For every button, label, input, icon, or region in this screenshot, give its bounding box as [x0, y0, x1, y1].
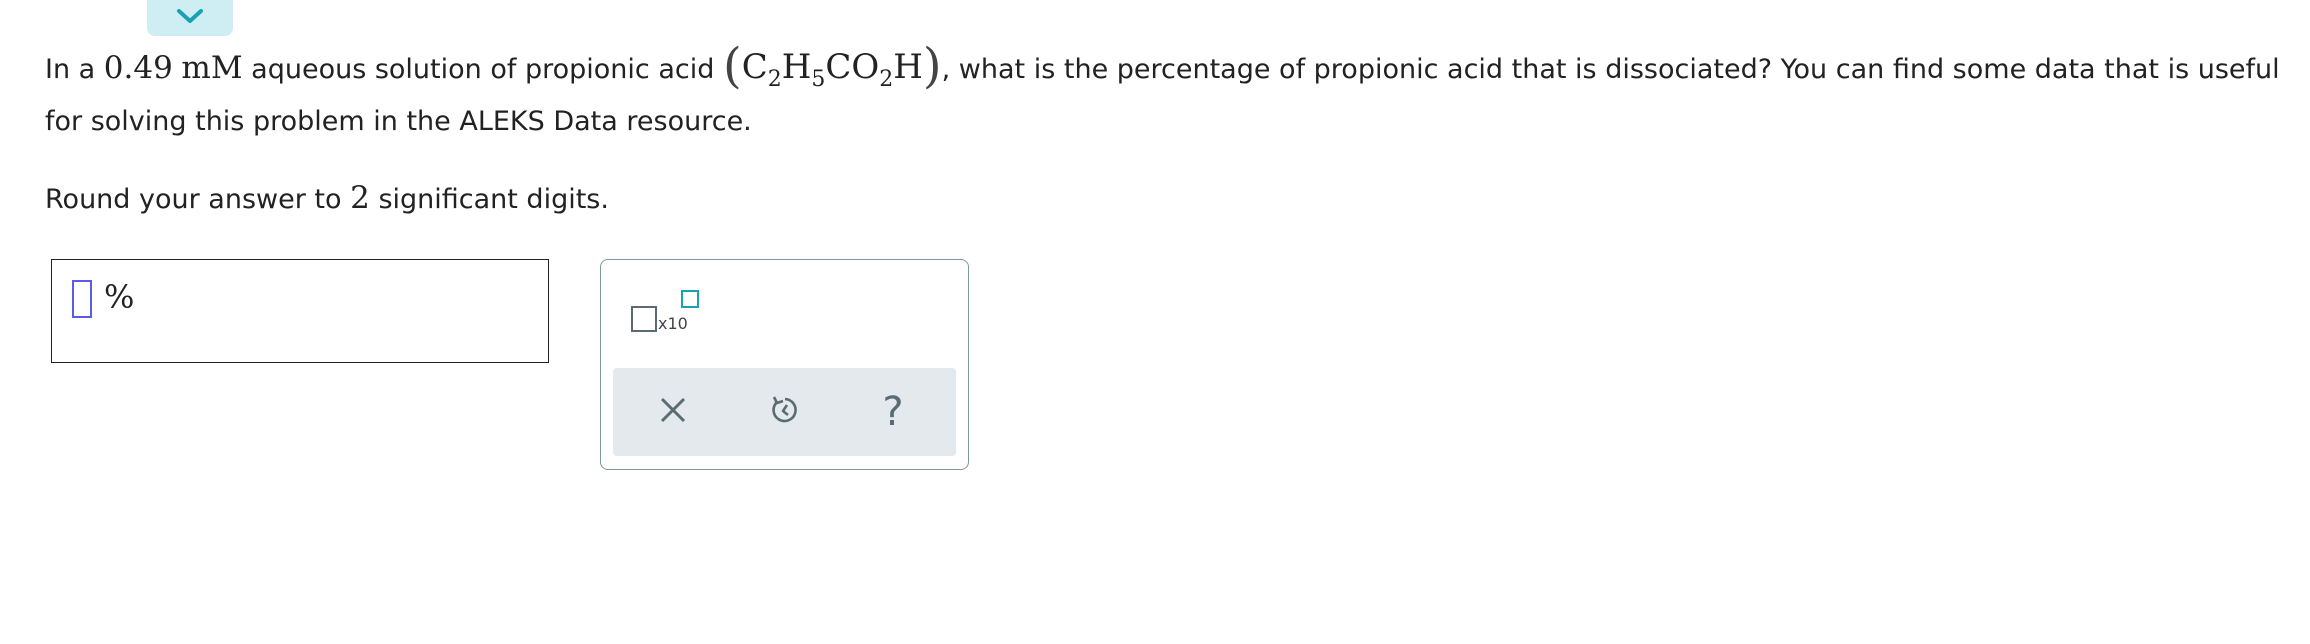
exponent-box-icon	[681, 290, 699, 308]
scientific-notation-button[interactable]: x10	[631, 290, 703, 336]
help-icon: ?	[882, 389, 904, 435]
clear-button[interactable]	[651, 390, 695, 434]
undo-button[interactable]	[763, 390, 807, 434]
math-tool-panel: x10 ?	[600, 259, 969, 470]
undo-icon	[768, 393, 802, 431]
action-bar: ?	[613, 368, 956, 456]
question-part1: In a	[45, 54, 96, 85]
concentration-value: 0.49	[103, 50, 173, 86]
rounding-instruction: Round your answer to 2 significant digit…	[45, 180, 609, 216]
collapse-toggle-button[interactable]	[147, 0, 233, 36]
x10-label: x10	[658, 314, 688, 333]
close-icon	[658, 395, 688, 429]
help-button[interactable]: ?	[871, 390, 915, 434]
chemical-formula: (C2H5CO2H)	[722, 38, 942, 94]
chevron-down-icon	[175, 7, 205, 29]
significant-digits-count: 2	[350, 180, 370, 216]
concentration-unit: mM	[181, 50, 243, 86]
answer-input-area[interactable]: %	[51, 259, 549, 363]
percent-unit-label: %	[104, 278, 135, 316]
answer-input-field[interactable]	[72, 280, 92, 318]
question-text: In a 0.49 mM aqueous solution of propion…	[45, 40, 2285, 148]
base-box-icon	[631, 306, 657, 332]
question-part2: aqueous solution of propionic acid	[251, 54, 715, 85]
